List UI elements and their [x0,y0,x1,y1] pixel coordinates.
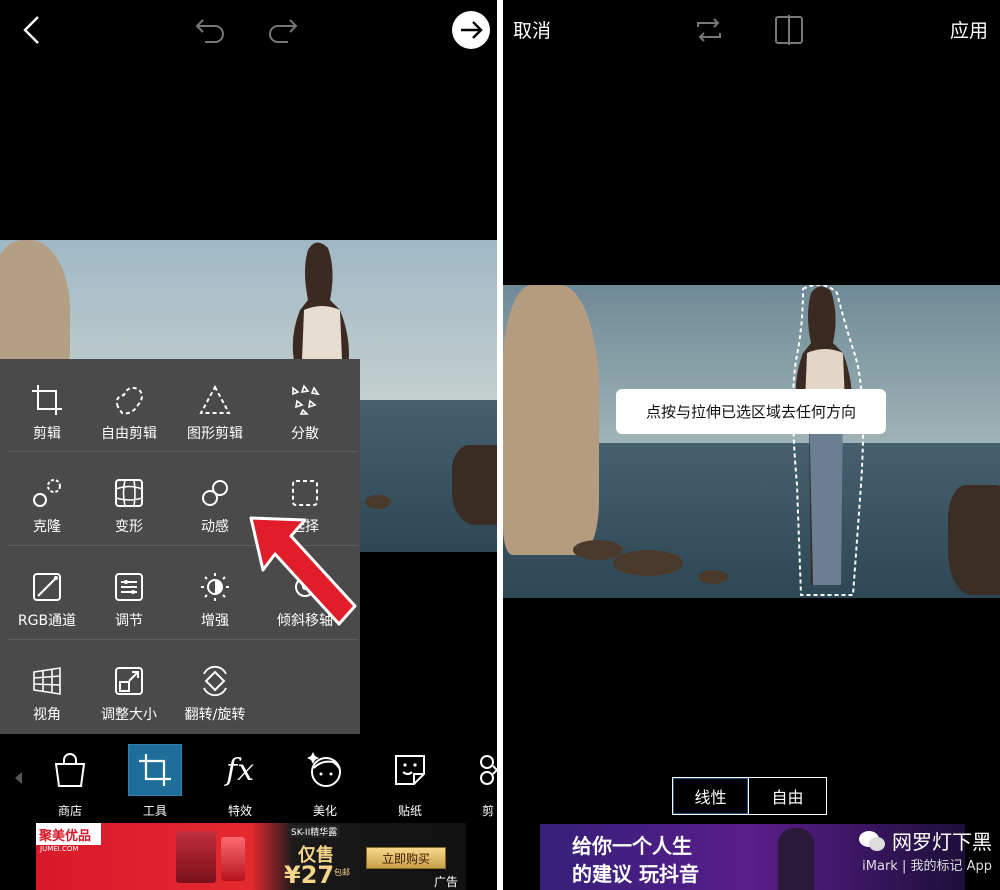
tool-resize[interactable]: 调整大小 [86,640,172,732]
wechat-icon [859,830,885,851]
apply-button[interactable]: 应用 [950,16,988,43]
toolbar-effects[interactable]: fx 特效 [200,734,280,824]
ad-price: ¥27 [284,861,335,889]
tab-free[interactable]: 自由 [749,777,827,815]
beautify-face-icon [307,752,341,787]
toolbar-label: 特效 [227,804,252,818]
edited-photo [503,285,1000,598]
tool-free-crop[interactable]: 自由剪辑 [86,359,172,451]
tool-crop[interactable]: 剪辑 [4,359,90,451]
toolbar-stickers[interactable]: 贴纸 [370,734,450,824]
ad-person [778,828,814,890]
rgb-curves-icon [33,573,61,601]
tool-label: 自由剪辑 [101,426,157,442]
tool-shape-crop[interactable]: 图形剪辑 [172,359,258,451]
shop-bag-icon [54,753,86,787]
menu-row: 剪辑 自由剪辑 图形剪辑 分散 [0,359,360,451]
redo-icon[interactable] [264,12,300,48]
bottom-toolbar: 商店 工具 fx 特效 美化 贴纸 剪 [0,734,497,824]
crop-icon [32,385,62,415]
tool-label: 图形剪辑 [187,426,243,442]
top-bar [0,0,497,60]
swap-icon[interactable] [691,12,727,48]
tool-label: 增强 [201,613,229,629]
enhance-icon [201,573,229,601]
tool-label: 剪辑 [33,426,61,442]
tool-rgb-curves[interactable]: RGB通道 [4,546,90,638]
motion-icon [202,480,228,506]
resize-icon [115,667,143,695]
toolbar-label: 贴纸 [397,804,422,818]
toolbar-label: 商店 [57,804,82,818]
cutout-icon [480,755,497,785]
cancel-button[interactable]: 取消 [513,16,551,43]
tool-dispersion[interactable]: 分散 [262,359,348,451]
tool-label: 调整大小 [101,707,157,723]
select-icon [292,480,318,506]
warp-icon [115,479,143,507]
adjust-icon [115,573,143,601]
perspective-icon [33,667,61,695]
dispersion-icon [292,384,320,415]
product-bottle [176,831,216,883]
watermark: 网罗灯下黑 iMark | 我的标记 App [858,826,992,874]
pointer-arrow-icon [249,516,357,626]
free-crop-icon [115,386,143,415]
clone-icon [33,479,61,507]
toolbar-label: 美化 [312,804,337,818]
compare-split-icon[interactable] [771,12,807,48]
ad-cta-button[interactable]: 立即购买 [366,847,446,869]
woman-figure [792,285,864,596]
menu-row: 视角 调整大小 翻转/旋转 [0,640,360,732]
toolbar-tools[interactable]: 工具 [115,734,195,824]
tool-label: 变形 [115,519,143,535]
tool-label: 视角 [33,707,61,723]
undo-icon[interactable] [193,12,229,48]
tool-label: 分散 [291,426,319,442]
ad-tag: 广告 [434,875,459,889]
ad-banner[interactable]: 聚美优品 JUMEI.COM SK-II精华露 仅售 ¥27 包邮 立即购买 广… [36,823,466,890]
hint-tooltip: 点按与拉伸已选区域去任何方向 [616,389,886,434]
toolbar-cutout[interactable]: 剪 [452,734,497,824]
tool-warp[interactable]: 变形 [86,452,172,544]
tool-label: 克隆 [33,519,61,535]
tool-label: 翻转/旋转 [184,707,246,723]
tool-label: RGB通道 [17,613,77,629]
ad-product: SK-II精华露 [288,825,341,838]
watermark-sub: iMark | 我的标记 App [862,859,992,874]
ad-headline: 给你一个人生 [572,834,692,858]
tool-flip-rotate[interactable]: 翻转/旋转 [172,640,258,732]
tab-linear[interactable]: 线性 [672,777,749,815]
toolbar-label: 剪 [482,804,495,818]
back-chevron-icon[interactable] [14,12,50,48]
fx-icon: fx [225,752,255,788]
tool-perspective[interactable]: 视角 [4,640,90,732]
toolbar-beautify[interactable]: 美化 [285,734,365,824]
tool-label: 动感 [201,519,229,535]
shape-crop-icon [199,384,231,414]
ad-headline: 的建议 玩抖音 [572,862,699,886]
left-screen: 剪辑 自由剪辑 图形剪辑 分散 克隆 变形 动感 选择 RGB通道 调节 增强 … [0,0,497,890]
product-bottle [221,837,245,881]
toolbar-shop[interactable]: 商店 [30,734,110,824]
tool-adjust[interactable]: 调节 [86,546,172,638]
scroll-left-icon[interactable] [15,772,23,784]
ad-price-unit: 包邮 [334,868,350,877]
flip-rotate-icon [203,665,227,697]
next-arrow-icon[interactable] [451,10,491,50]
tool-clone[interactable]: 克隆 [4,452,90,544]
tool-label: 调节 [115,613,143,629]
ad-brand-sub: JUMEI.COM [40,845,79,853]
watermark-title: 网罗灯下黑 [892,830,992,854]
toolbar-label: 工具 [142,804,167,818]
ad-brand: 聚美优品 [36,823,101,845]
crop-tool-icon [139,754,171,786]
top-bar: 取消 应用 [503,0,1000,60]
sticker-icon [395,755,425,785]
right-screen: 取消 应用 点按与拉伸已选区域去任何方向 线性 自由 给你一个人生 的建议 玩抖… [503,0,1000,890]
